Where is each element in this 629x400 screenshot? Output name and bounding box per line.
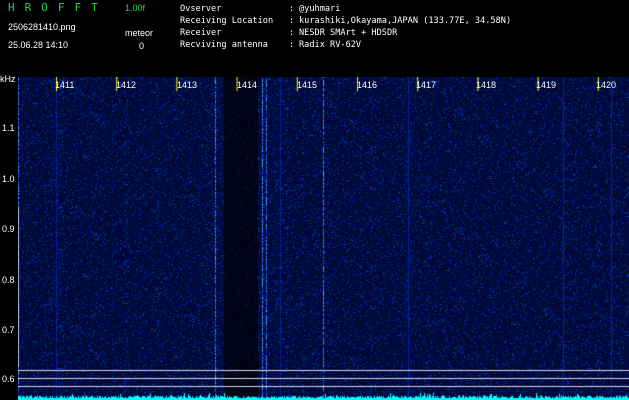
info-key: Ovserver [180, 4, 222, 14]
meteor-label: meteor [125, 28, 154, 38]
freq-tick-label: 1420 [596, 80, 617, 90]
app-title: HROFFT [8, 1, 108, 14]
y-tick-label: 0.7 [2, 325, 15, 335]
y-tick-label: 0.6 [2, 374, 15, 384]
info-separator: : [289, 16, 295, 26]
file-name: 2506281410.png [8, 22, 76, 32]
info-value: @yuhmari [299, 4, 341, 14]
info-value: kurashiki,Okayama,JAPAN (133.77E, 34.58N… [299, 16, 512, 26]
freq-tick-label: 1418 [476, 80, 497, 90]
freq-tick-label: 1414 [237, 80, 258, 90]
info-key: Recviving antenna [180, 40, 268, 50]
freq-tick-label: 1415 [297, 80, 318, 90]
y-tick-label: 1.1 [2, 123, 15, 133]
info-key: Receiving Location [180, 16, 274, 26]
app-version: 1.00f [125, 3, 146, 13]
info-separator: : [289, 4, 295, 14]
khz-unit-label: kHz [0, 74, 16, 84]
spectrogram-waterfall [18, 77, 629, 400]
info-row-location: Receiving Location: kurashiki,Okayama,JAP… [180, 15, 511, 27]
freq-tick-label: 1411 [55, 80, 75, 90]
freq-tick-label: 1417 [416, 80, 437, 90]
freq-tick-label: 1419 [536, 80, 557, 90]
info-separator: : [289, 28, 295, 38]
freq-tick-label: 1413 [177, 80, 198, 90]
freq-tick-label: 1412 [116, 80, 137, 90]
meteor-count: 0 [139, 41, 145, 51]
y-tick-label: 1.0 [2, 174, 15, 184]
station-info: Ovserver: @yuhmari Receiving Location: kur… [180, 3, 511, 51]
info-separator: : [289, 40, 295, 50]
info-row-receiver: Receiver: NESDR SMArt + HDSDR [180, 27, 511, 39]
timestamp: 25.06.28 14:10 [8, 40, 69, 50]
info-row-observer: Ovserver: @yuhmari [180, 3, 511, 15]
info-value: NESDR SMArt + HDSDR [299, 28, 398, 38]
y-tick-label: 0.8 [2, 275, 15, 285]
info-row-antenna: Recviving antenna: Radix RV-62V [180, 39, 511, 51]
info-key: Receiver [180, 28, 222, 38]
y-tick-label: 0.9 [2, 224, 15, 234]
info-value: Radix RV-62V [299, 40, 362, 50]
freq-tick-label: 1416 [357, 80, 378, 90]
